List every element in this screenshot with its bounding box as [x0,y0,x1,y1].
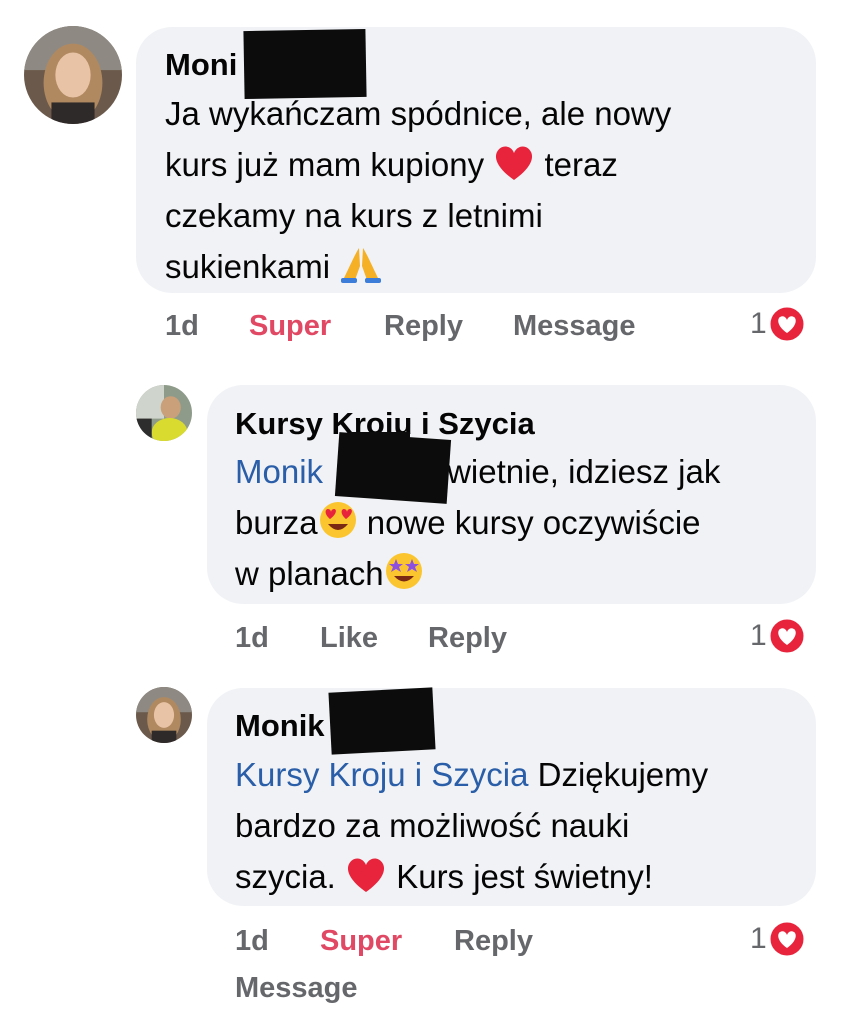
avatar-monika[interactable] [24,26,122,124]
comment-line: burza nowe kursy oczywiście [235,497,805,548]
heart-eyes-emoji [319,502,356,538]
reaction-count[interactable]: 1 [750,921,805,957]
comment-line: bardzo za możliwość nauki [235,807,630,844]
reaction-count-value: 1 [750,307,767,340]
heart-reaction-icon [769,618,805,654]
super-reaction-button[interactable]: Super [320,925,402,958]
heart-emoji [348,858,385,892]
reply-button[interactable]: Reply [384,310,463,343]
super-reaction-button[interactable]: Super [249,310,331,343]
comment-time[interactable]: 1d [165,310,199,343]
comment-author[interactable]: Monik [235,708,325,744]
comment-line: czekamy na kurs z letnimi [165,197,543,234]
avatar-monika[interactable] [136,687,192,743]
reaction-count[interactable]: 1 [750,618,805,654]
message-button[interactable]: Message [235,972,358,1005]
avatar-photo [24,26,122,124]
comment-time[interactable]: 1d [235,622,269,655]
like-button[interactable]: Like [320,622,378,655]
reaction-count-value: 1 [750,922,767,955]
reaction-count-value: 1 [750,619,767,652]
avatar-photo [136,687,192,743]
redaction-block [328,687,436,755]
comment-line: Kursy Kroju i Szycia Dziękujemy [235,756,709,793]
comment-line: kurs już mam kupiony teraz [165,146,618,183]
comment-line: Monika świetnie, idziesz jak [235,453,721,490]
comment-text: Kursy Kroju i Szycia Dziękujemy bardzo z… [235,749,805,902]
comment-author[interactable]: Moni [165,47,237,83]
comment-text: Ja wykańczam spódnice, ale nowy kurs już… [165,88,805,292]
comment-line: sukienkami [165,241,805,292]
comment-time[interactable]: 1d [235,925,269,958]
folded-hands-emoji [341,248,382,283]
mention-link[interactable]: Kursy Kroju i Szycia [235,756,528,793]
heart-emoji [496,146,533,180]
star-struck-emoji [385,553,422,589]
reply-button[interactable]: Reply [454,925,533,958]
reaction-count[interactable]: 1 [750,306,805,342]
mention-link[interactable]: Monik [235,453,323,490]
reply-button[interactable]: Reply [428,622,507,655]
comment-line: szycia. Kurs jest świetny! [235,858,653,895]
avatar-photo [136,385,192,441]
comment-line: Ja wykańczam spódnice, ale nowy [165,95,672,132]
avatar-kursy-kroju[interactable] [136,385,192,441]
heart-reaction-icon [769,306,805,342]
comment-line: w planach [235,548,805,599]
message-button[interactable]: Message [513,310,636,343]
heart-reaction-icon [769,921,805,957]
comment-text: Monika świetnie, idziesz jak burza nowe … [235,446,805,599]
redaction-block [350,432,410,462]
